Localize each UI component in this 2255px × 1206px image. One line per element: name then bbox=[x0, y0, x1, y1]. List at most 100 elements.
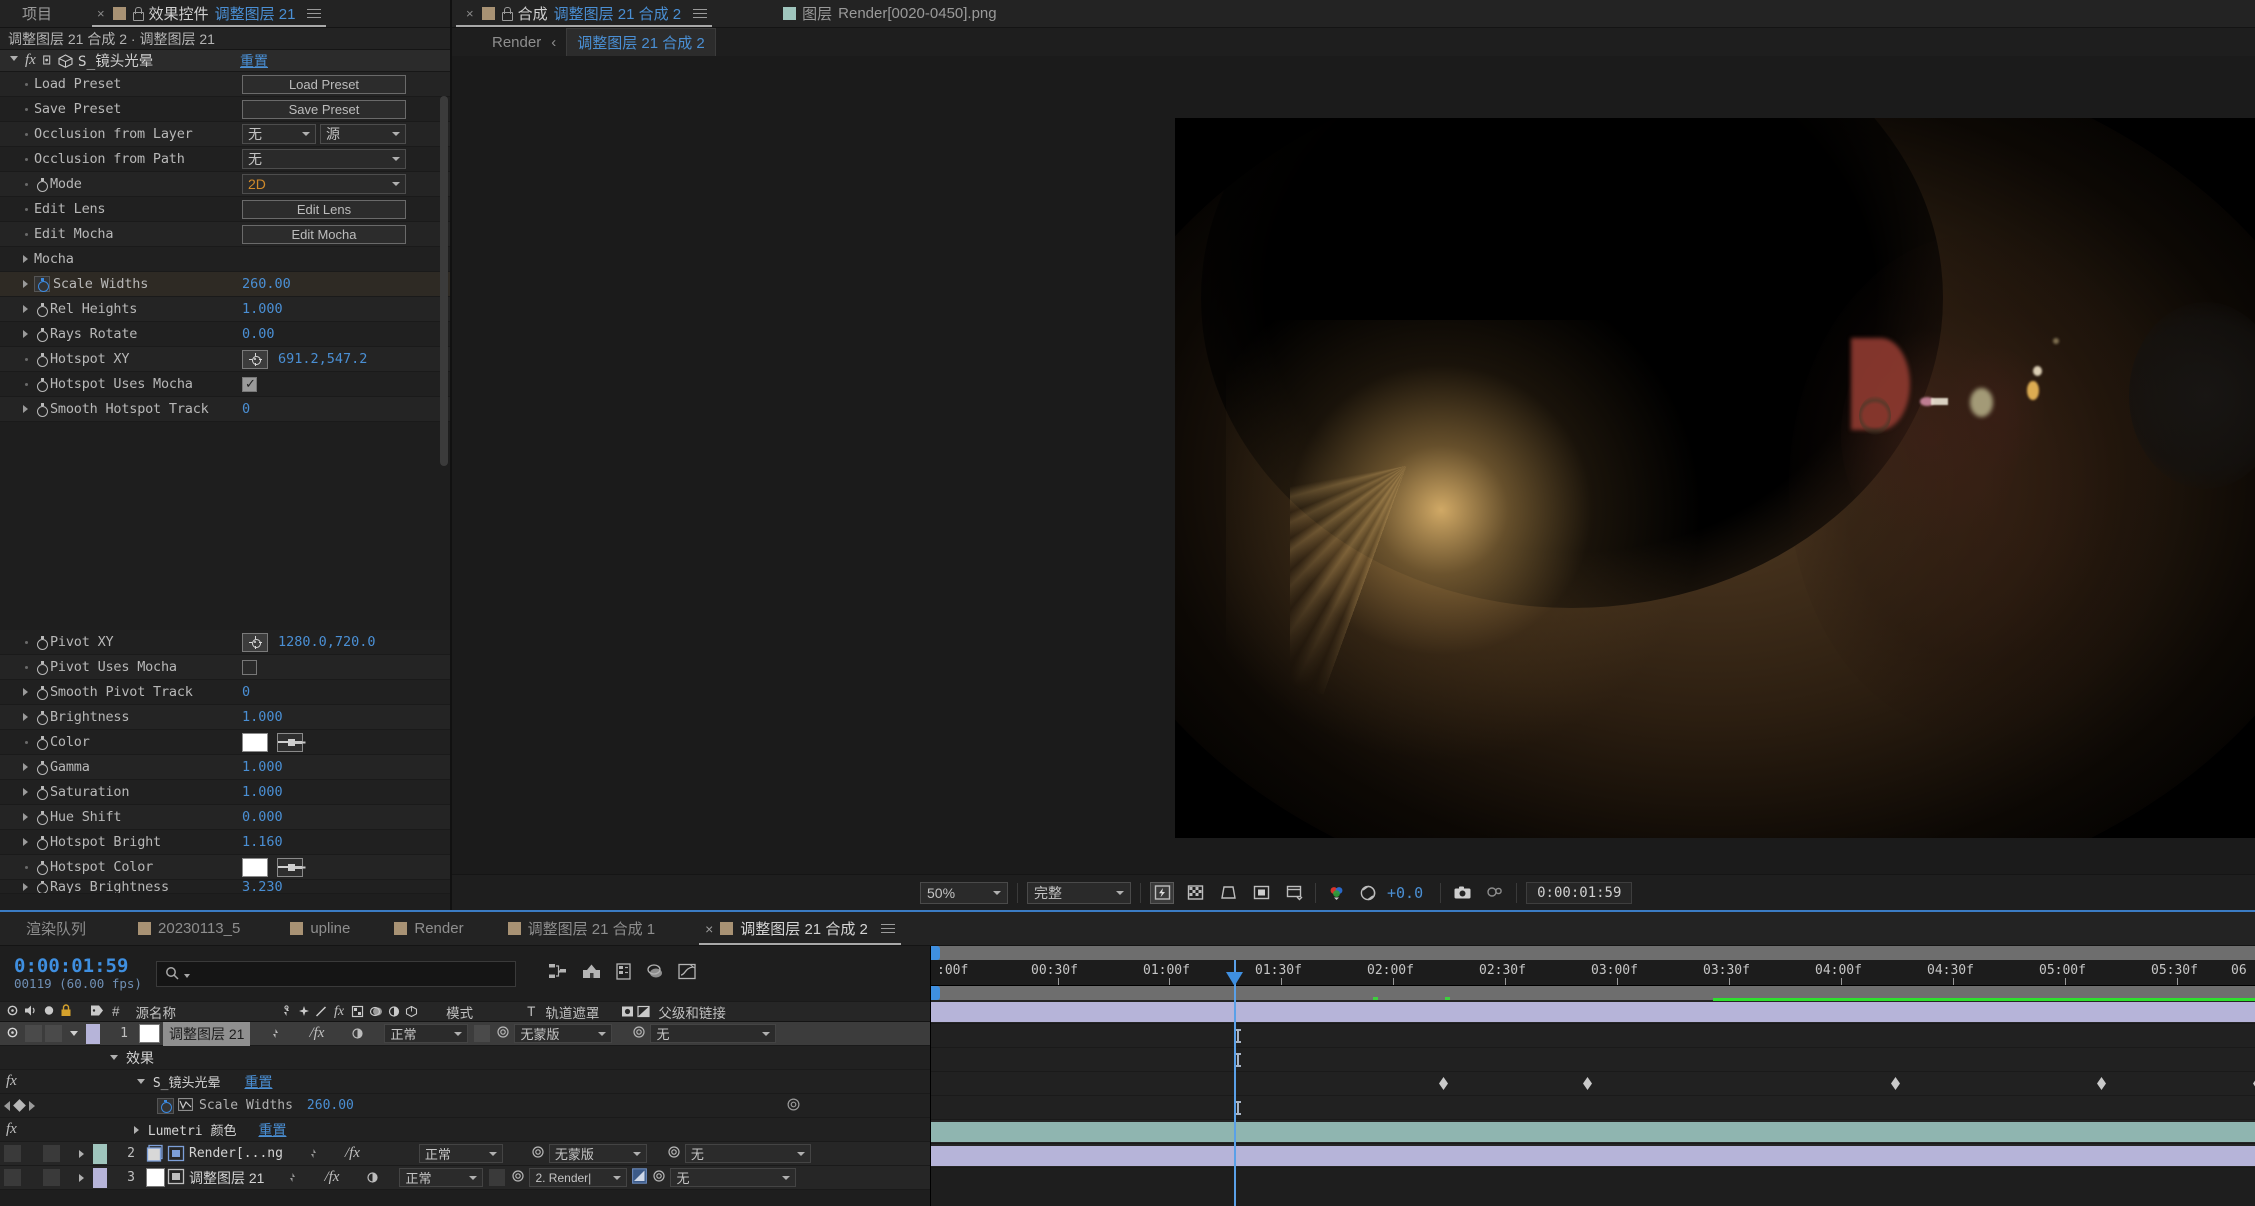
stopwatch-icon[interactable] bbox=[34, 836, 50, 850]
current-time-block[interactable]: 0:00:01:59 00119 (60.00 fps) bbox=[14, 955, 142, 991]
keyframe[interactable] bbox=[2097, 1077, 2106, 1090]
tab-layer[interactable]: 图层 Render[0020-0450].png bbox=[774, 0, 1005, 27]
blend-mode-dropdown[interactable]: 正常 bbox=[418, 1144, 503, 1163]
effects-group-expand-arrow[interactable] bbox=[110, 1055, 118, 1060]
effect-expand-arrow[interactable] bbox=[136, 1079, 145, 1084]
timeline-row-layer2[interactable] bbox=[931, 1120, 2255, 1144]
close-icon[interactable]: × bbox=[97, 6, 105, 21]
shy-icon[interactable] bbox=[286, 1171, 299, 1184]
param-row-rel-heights[interactable]: Rel Heights 1.000 bbox=[0, 297, 450, 322]
layer-expand-arrow[interactable] bbox=[79, 1173, 84, 1182]
color-swatch[interactable] bbox=[242, 732, 268, 752]
layer-color-swatch[interactable] bbox=[86, 1023, 100, 1044]
close-icon[interactable]: × bbox=[705, 921, 713, 937]
tab-comp-1[interactable]: 调整图层 21 合成 1 bbox=[494, 912, 670, 945]
param-row-mocha-group[interactable]: Mocha bbox=[0, 247, 450, 272]
effects-icon[interactable]: /fx bbox=[307, 1025, 326, 1042]
track-matte-dropdown[interactable]: 2. Render| bbox=[529, 1168, 628, 1187]
shy-icon[interactable] bbox=[269, 1027, 282, 1040]
tab-project[interactable]: 项目 bbox=[0, 0, 88, 27]
stopwatch-icon[interactable] bbox=[34, 761, 50, 775]
audio-toggle[interactable] bbox=[43, 1145, 60, 1162]
list-item[interactable]: 效果 bbox=[0, 1046, 930, 1070]
graph-editor-icon[interactable] bbox=[677, 962, 697, 985]
composition-mini-flowchart-icon[interactable] bbox=[548, 962, 569, 985]
param-value[interactable]: 0.000 bbox=[242, 809, 283, 825]
stopwatch-icon[interactable] bbox=[34, 811, 50, 825]
parent-dropdown[interactable]: 无 bbox=[684, 1144, 811, 1163]
param-row-gamma[interactable]: Gamma 1.000 bbox=[0, 755, 450, 780]
mask-guides-icon[interactable] bbox=[1249, 882, 1273, 904]
param-row-hotspot-uses-mocha[interactable]: Hotspot Uses Mocha bbox=[0, 372, 450, 397]
mode-column-header[interactable]: 模式 bbox=[446, 1002, 473, 1022]
param-row-load-preset[interactable]: Load Preset Load Preset bbox=[0, 72, 450, 97]
stopwatch-icon[interactable] bbox=[34, 328, 50, 342]
expand-arrow[interactable] bbox=[0, 255, 34, 263]
shy-icon[interactable] bbox=[307, 1147, 320, 1160]
mode-dropdown[interactable]: 2D bbox=[242, 174, 406, 194]
expand-arrow[interactable] bbox=[0, 838, 34, 846]
draft-3d-icon[interactable] bbox=[581, 962, 602, 985]
pivot-xy-picker-button[interactable] bbox=[242, 632, 268, 652]
audio-toggle[interactable] bbox=[25, 1025, 42, 1042]
snapshot-icon[interactable] bbox=[1450, 882, 1474, 904]
list-item[interactable]: Scale Widths 260.00 bbox=[0, 1094, 930, 1118]
expand-arrow[interactable] bbox=[0, 813, 34, 821]
effect-reset-link[interactable]: 重置 bbox=[258, 1120, 286, 1140]
keyframe[interactable] bbox=[1891, 1077, 1900, 1090]
stopwatch-icon[interactable] bbox=[34, 711, 50, 725]
adjustment-layer-icon[interactable] bbox=[351, 1027, 364, 1040]
table-row[interactable]: 1 调整图层 21 /fx 正常 无蒙版 无 bbox=[0, 1021, 930, 1046]
param-value[interactable]: 1.000 bbox=[242, 784, 283, 800]
layer-bar[interactable] bbox=[931, 1002, 2255, 1022]
occlusion-layer-dropdown[interactable]: 无 bbox=[242, 124, 316, 144]
stopwatch-icon[interactable] bbox=[34, 378, 50, 392]
expand-arrow[interactable] bbox=[0, 405, 34, 413]
param-row-rays-brightness[interactable]: Rays Brightness 3.230 bbox=[0, 880, 450, 894]
layer-bar[interactable] bbox=[931, 1146, 2255, 1166]
layer-switches[interactable]: /fx bbox=[307, 1145, 398, 1162]
effect-controls-scrollbar[interactable] bbox=[440, 96, 448, 466]
layer-color-swatch[interactable] bbox=[93, 1167, 107, 1188]
timeline-ruler[interactable]: :00f 00:30f 01:00f 01:30f 02:00f 02:30f … bbox=[931, 960, 2255, 986]
stopwatch-icon[interactable] bbox=[34, 178, 50, 192]
param-row-edit-lens[interactable]: Edit Lens Edit Lens bbox=[0, 197, 450, 222]
composition-canvas[interactable] bbox=[1175, 118, 2255, 838]
show-snapshot-icon[interactable] bbox=[1483, 882, 1507, 904]
stopwatch-icon[interactable] bbox=[34, 403, 50, 417]
hotspot-uses-mocha-checkbox[interactable] bbox=[242, 376, 257, 392]
expand-arrow[interactable] bbox=[0, 763, 34, 771]
preserve-transparency-toggle[interactable] bbox=[489, 1169, 506, 1186]
effect-reset-link[interactable]: 重置 bbox=[240, 51, 268, 71]
add-keyframe-icon[interactable] bbox=[13, 1099, 26, 1112]
audio-toggle[interactable] bbox=[43, 1169, 60, 1186]
layer-expand-arrow[interactable] bbox=[70, 1031, 78, 1036]
chevron-down-icon[interactable] bbox=[10, 56, 18, 65]
hotspot-xy-picker-button[interactable] bbox=[242, 349, 268, 369]
lock-icon[interactable] bbox=[132, 7, 144, 21]
layer-color-swatch[interactable] bbox=[93, 1143, 107, 1164]
tab-upline[interactable]: upline bbox=[276, 912, 364, 945]
stopwatch-icon[interactable] bbox=[34, 303, 50, 317]
stopwatch-icon[interactable] bbox=[34, 661, 50, 675]
track-matte-link-icon[interactable] bbox=[511, 1169, 525, 1186]
param-row-pivot-uses-mocha[interactable]: Pivot Uses Mocha bbox=[0, 655, 450, 680]
expand-arrow[interactable] bbox=[0, 330, 34, 338]
expand-arrow[interactable] bbox=[0, 280, 34, 288]
effects-icon[interactable]: /fx bbox=[343, 1145, 362, 1162]
blend-mode-dropdown[interactable]: 正常 bbox=[384, 1024, 469, 1043]
color-swatch[interactable] bbox=[242, 857, 268, 877]
blend-mode-dropdown[interactable]: 正常 bbox=[399, 1168, 484, 1187]
lock-icon[interactable] bbox=[501, 7, 513, 21]
stopwatch-icon[interactable] bbox=[34, 353, 50, 367]
stopwatch-icon[interactable] bbox=[157, 1097, 174, 1114]
param-row-scale-widths[interactable]: Scale Widths 260.00 bbox=[0, 272, 450, 297]
parent-pickwhip-icon[interactable] bbox=[632, 1025, 646, 1042]
param-value[interactable]: 1280.0,720.0 bbox=[278, 634, 376, 650]
param-value[interactable]: 691.2,547.2 bbox=[278, 351, 367, 367]
exposure-icon[interactable] bbox=[1358, 882, 1378, 904]
parent-pickwhip-icon[interactable] bbox=[652, 1169, 666, 1186]
stopwatch-icon[interactable] bbox=[34, 880, 50, 893]
video-toggle[interactable] bbox=[6, 1026, 19, 1042]
param-row-hotspot-xy[interactable]: Hotspot XY 691.2,547.2 bbox=[0, 347, 450, 372]
